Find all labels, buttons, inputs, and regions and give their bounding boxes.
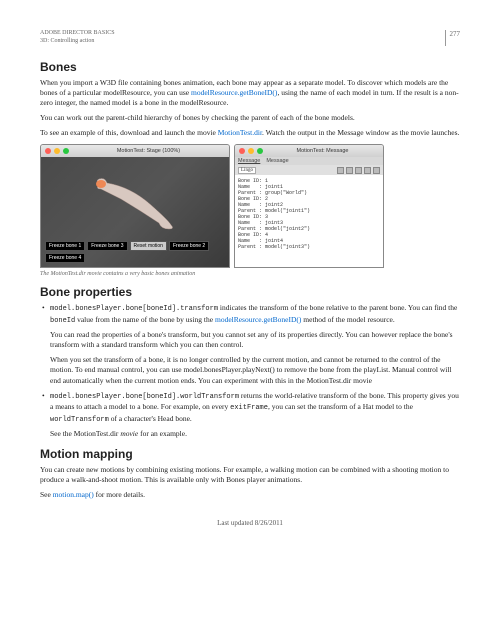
toolbar-icon[interactable] bbox=[337, 167, 344, 174]
link-motion-map[interactable]: motion.map() bbox=[53, 490, 94, 499]
motion-p2: See motion.map() for more details. bbox=[40, 490, 460, 500]
freeze-bone-1-button[interactable]: Freeze bone 1 bbox=[45, 241, 85, 251]
stage-window: MotionTest: Stage (100%) Freeze bone 1 F… bbox=[40, 144, 230, 268]
freeze-bone-2-button[interactable]: Freeze bone 2 bbox=[169, 241, 209, 251]
bones-p1: When you import a W3D file containing bo… bbox=[40, 78, 460, 108]
freeze-bone-4-button[interactable]: Freeze bone 4 bbox=[45, 253, 85, 263]
message-titlebar: MotionTest: Message bbox=[235, 145, 383, 157]
tab-message-1[interactable]: Message bbox=[238, 158, 260, 164]
message-tabs: Message Message bbox=[235, 157, 383, 165]
bones-heading: Bones bbox=[40, 60, 460, 74]
page: ADOBE DIRECTOR BASICS 3D: Controlling ac… bbox=[0, 0, 500, 547]
message-title: MotionTest: Message bbox=[266, 148, 379, 154]
tab-message-2[interactable]: Message bbox=[266, 158, 288, 164]
li1-p2: You can read the properties of a bone's … bbox=[50, 330, 460, 350]
minimize-icon[interactable] bbox=[54, 148, 60, 154]
footer-updated: Last updated 8/26/2011 bbox=[40, 519, 460, 527]
message-window: MotionTest: Message Message Message Ling… bbox=[234, 144, 384, 268]
header-title: ADOBE DIRECTOR BASICS bbox=[40, 30, 115, 38]
li2-p2: See the MotionTest.dir movie for an exam… bbox=[50, 429, 460, 439]
stage-viewport: Freeze bone 1 Freeze bone 3 Reset motion… bbox=[41, 157, 229, 267]
message-toolbar: Lingo bbox=[235, 165, 383, 175]
bone-properties-heading: Bone properties bbox=[40, 285, 460, 299]
language-select[interactable]: Lingo bbox=[238, 167, 256, 174]
reset-motion-button[interactable]: Reset motion bbox=[130, 241, 167, 251]
toolbar-icon[interactable] bbox=[346, 167, 353, 174]
freeze-bone-3-button[interactable]: Freeze bone 3 bbox=[87, 241, 127, 251]
link-getboneid[interactable]: modelResource.getBoneID() bbox=[191, 88, 277, 97]
zoom-icon[interactable] bbox=[257, 148, 263, 154]
page-number: 277 bbox=[445, 30, 461, 46]
minimize-icon[interactable] bbox=[248, 148, 254, 154]
header-subtitle: 3D: Controlling action bbox=[40, 38, 115, 46]
list-item: model.bonesPlayer.bone[boneId].transform… bbox=[50, 303, 460, 386]
list-item: model.bonesPlayer.bone[boneId].worldTran… bbox=[50, 391, 460, 439]
link-getboneid[interactable]: modelResource.getBoneID() bbox=[215, 315, 301, 324]
stage-title: MotionTest: Stage (100%) bbox=[72, 148, 225, 154]
link-motiontest[interactable]: MotionTest.dir bbox=[218, 128, 262, 137]
bones-p3: To see an example of this, download and … bbox=[40, 128, 460, 138]
zoom-icon[interactable] bbox=[63, 148, 69, 154]
figure-caption: The MotionTest.dir movie contains a very… bbox=[40, 271, 460, 277]
bones-p2: You can work out the parent-child hierar… bbox=[40, 113, 460, 123]
stage-titlebar: MotionTest: Stage (100%) bbox=[41, 145, 229, 157]
toolbar-icon[interactable] bbox=[355, 167, 362, 174]
close-icon[interactable] bbox=[239, 148, 245, 154]
bone-graphic bbox=[91, 177, 181, 232]
bone-properties-list: model.bonesPlayer.bone[boneId].transform… bbox=[40, 303, 460, 439]
page-header: ADOBE DIRECTOR BASICS 3D: Controlling ac… bbox=[40, 30, 460, 46]
toolbar-icon[interactable] bbox=[373, 167, 380, 174]
motion-mapping-heading: Motion mapping bbox=[40, 447, 460, 461]
figure: MotionTest: Stage (100%) Freeze bone 1 F… bbox=[40, 144, 460, 277]
close-icon[interactable] bbox=[45, 148, 51, 154]
motion-p1: You can create new motions by combining … bbox=[40, 465, 460, 485]
li1-p3: When you set the transform of a bone, it… bbox=[50, 355, 460, 385]
toolbar-icon[interactable] bbox=[364, 167, 371, 174]
message-output: Bone ID: 1 Name : joint1 Parent : group(… bbox=[235, 175, 383, 267]
